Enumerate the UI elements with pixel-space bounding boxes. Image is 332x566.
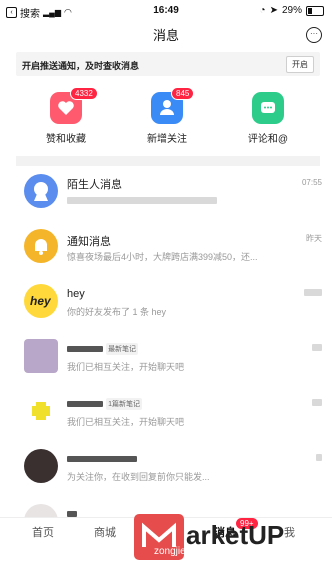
likes-label: 赞和收藏 xyxy=(46,134,86,145)
comment-icon xyxy=(252,92,284,124)
watermark-logo: arketUP zongjieshangXuejuntu xyxy=(134,514,324,560)
person-icon: 845 xyxy=(151,87,195,124)
hey-avatar-icon: hey xyxy=(24,284,58,318)
list-item[interactable]: 为关注你，在收到回复前你只能发... xyxy=(0,441,332,495)
message-subtitle: 我们已相互关注，开始聊天吧 xyxy=(67,362,185,372)
enable-push-button[interactable]: 开启 xyxy=(286,56,314,73)
message-subtitle-redacted xyxy=(67,195,292,205)
list-item[interactable]: 1篇新笔记 我们已相互关注，开始聊天吧 xyxy=(0,386,332,440)
followers-label: 新增关注 xyxy=(147,134,187,145)
status-bar: ‹ 搜索 ▂▄▆ ◠ 16:49 ◔ ➤ 29% xyxy=(0,0,332,22)
battery-icon xyxy=(306,5,324,16)
nav-bar: 消息 ··· xyxy=(0,22,332,50)
notify-text: 开启推送通知，及时查收消息 xyxy=(22,61,140,71)
message-time-redacted xyxy=(312,343,322,352)
location-icon: ➤ xyxy=(269,5,278,16)
list-item[interactable]: hey hey 你的好友发布了 1 条 hey xyxy=(0,276,332,330)
likes-badge: 4332 xyxy=(70,87,98,100)
comments-and-mentions[interactable]: 评论和@ xyxy=(218,92,318,145)
list-item[interactable]: 通知消息 惊喜夜场最后4小时，大牌跨店满399减50，还... 昨天 xyxy=(0,221,332,275)
message-title: 陌生人消息 xyxy=(67,179,122,191)
bell-icon xyxy=(24,229,58,263)
message-subtitle: 为关注你，在收到回复前你只能发... xyxy=(67,472,210,482)
watermark-subtext: zongjieshangXuejuntu xyxy=(154,546,253,557)
list-item[interactable]: 最新笔记 我们已相互关注，开始聊天吧 xyxy=(0,331,332,385)
stranger-avatar-icon xyxy=(24,174,58,208)
section-divider xyxy=(16,156,320,166)
page-title: 消息 xyxy=(152,28,179,43)
message-time: 07:55 xyxy=(301,178,322,187)
tab-home[interactable]: 首页 xyxy=(32,524,54,540)
alarm-icon: ◔ xyxy=(259,5,266,16)
likes-and-collects[interactable]: 4332 赞和收藏 xyxy=(16,87,116,145)
message-title: 1篇新笔记 xyxy=(67,398,142,411)
new-note-tag: 1篇新笔记 xyxy=(106,398,142,411)
message-subtitle: 你的好友发布了 1 条 hey xyxy=(67,307,167,317)
list-item[interactable]: 陌生人消息 07:55 xyxy=(0,166,332,220)
quick-actions: 4332 赞和收藏 845 新增关注 评论和@ xyxy=(0,87,332,152)
message-subtitle: 惊喜夜场最后4小时，大牌跨店满399减50，还... xyxy=(67,252,258,262)
user-avatar xyxy=(24,394,58,428)
push-notification-banner: 开启推送通知，及时查收消息 开启 xyxy=(16,52,320,76)
new-note-tag: 最新笔记 xyxy=(106,343,139,356)
message-time-redacted xyxy=(304,288,322,297)
tab-mall[interactable]: 商城 xyxy=(94,524,116,540)
battery-fill xyxy=(308,7,313,14)
battery-percent: 29% xyxy=(281,5,302,16)
comments-label: 评论和@ xyxy=(247,134,289,145)
user-avatar xyxy=(24,339,58,373)
message-subtitle: 我们已相互关注，开始聊天吧 xyxy=(67,417,185,427)
new-chat-icon[interactable]: ··· xyxy=(306,27,322,43)
followers-badge: 845 xyxy=(171,87,195,100)
message-title: 通知消息 xyxy=(67,236,111,248)
heart-icon: 4332 xyxy=(50,87,98,124)
message-time-redacted xyxy=(316,453,322,462)
message-time: 昨天 xyxy=(306,234,322,243)
svg-text:hey: hey xyxy=(30,294,52,308)
message-title: 最新笔记 xyxy=(67,343,139,356)
user-avatar xyxy=(24,449,58,483)
message-time-redacted xyxy=(312,398,322,407)
new-followers[interactable]: 845 新增关注 xyxy=(117,87,217,145)
message-title xyxy=(67,453,137,465)
message-title: hey xyxy=(67,288,85,300)
